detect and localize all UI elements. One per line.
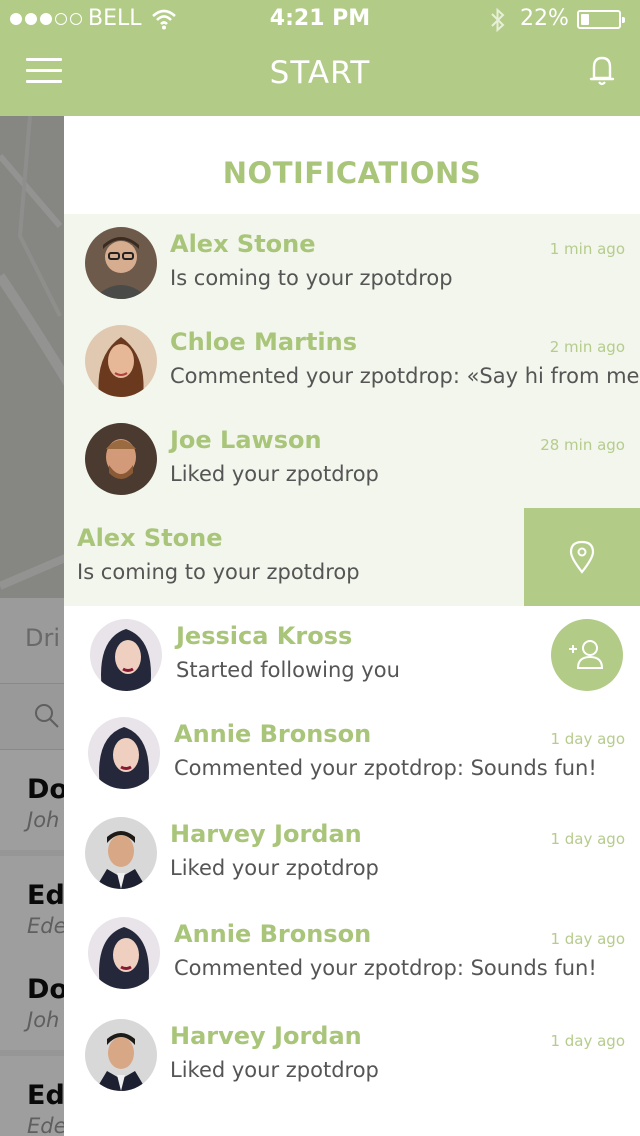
page-title: START: [269, 55, 371, 91]
avatar: [85, 1019, 157, 1091]
notification-name: Alex Stone: [77, 524, 223, 552]
notification-item[interactable]: Alex Stone Is coming to your zpotdrop 1 …: [64, 214, 640, 312]
avatar: [85, 227, 157, 299]
notification-name: Joe Lawson: [170, 426, 322, 454]
notification-name: Annie Bronson: [174, 720, 372, 748]
bell-icon[interactable]: [585, 52, 619, 90]
battery-icon: [577, 10, 625, 29]
notification-message: Commented your zpotdrop: Sounds fun!: [174, 756, 597, 780]
notification-message: Started following you: [176, 658, 400, 682]
notification-message: Is coming to your zpotdrop: [170, 266, 453, 290]
follow-back-button[interactable]: [551, 619, 623, 691]
notification-item[interactable]: Chloe Martins Commented your zpotdrop: «…: [64, 312, 640, 410]
notification-item[interactable]: Annie Bronson Commented your zpotdrop: S…: [64, 904, 640, 1002]
notifications-title: NOTIFICATIONS: [222, 156, 482, 190]
notification-item[interactable]: Annie Bronson Commented your zpotdrop: S…: [64, 704, 640, 802]
notification-name: Harvey Jordan: [170, 820, 362, 848]
notification-time: 28 min ago: [540, 436, 625, 454]
avatar: [85, 817, 157, 889]
notification-name: Alex Stone: [170, 230, 316, 258]
bluetooth-icon: [491, 7, 505, 33]
notification-message: Is coming to your zpotdrop: [77, 560, 360, 584]
notification-item-swiped[interactable]: Alex Stone Is coming to your zpotdrop: [64, 508, 640, 606]
notification-message: Liked your zpotdrop: [170, 856, 379, 880]
avatar: [88, 917, 160, 989]
status-bar: BELL 4:21 PM 22%: [0, 0, 640, 40]
notification-time: 1 day ago: [550, 830, 625, 848]
avatar: [85, 423, 157, 495]
notification-time: 2 min ago: [549, 338, 625, 356]
notification-name: Jessica Kross: [176, 622, 353, 650]
notification-item[interactable]: Joe Lawson Liked your zpotdrop 28 min ag…: [64, 410, 640, 508]
notification-message: Liked your zpotdrop: [170, 1058, 379, 1082]
notification-message: Commented your zpotdrop: Sounds fun!: [174, 956, 597, 980]
avatar: [90, 619, 162, 691]
notifications-drawer: NOTIFICATIONS Alex Stone Is coming to yo…: [64, 116, 640, 1136]
notification-item[interactable]: Harvey Jordan Liked your zpotdrop 1 day …: [64, 804, 640, 902]
notification-message: Liked your zpotdrop: [170, 462, 379, 486]
notification-name: Annie Bronson: [174, 920, 372, 948]
notification-item[interactable]: Harvey Jordan Liked your zpotdrop 1 day …: [64, 1006, 640, 1104]
notification-name: Harvey Jordan: [170, 1022, 362, 1050]
notification-time: 1 day ago: [550, 730, 625, 748]
notification-name: Chloe Martins: [170, 328, 358, 356]
avatar: [88, 717, 160, 789]
top-bar: BELL 4:21 PM 22% START: [0, 0, 640, 116]
show-location-button[interactable]: [524, 508, 640, 606]
battery-percent: 22%: [520, 6, 569, 31]
notification-time: 1 day ago: [550, 930, 625, 948]
avatar: [85, 325, 157, 397]
notification-time: 1 day ago: [550, 1032, 625, 1050]
notification-time: 1 min ago: [549, 240, 625, 258]
notification-item[interactable]: Jessica Kross Started following you: [64, 606, 640, 704]
map-pin-icon: [569, 540, 595, 574]
add-user-icon: [569, 640, 604, 669]
notification-message: Commented your zpotdrop: «Say hi from me…: [170, 364, 640, 388]
